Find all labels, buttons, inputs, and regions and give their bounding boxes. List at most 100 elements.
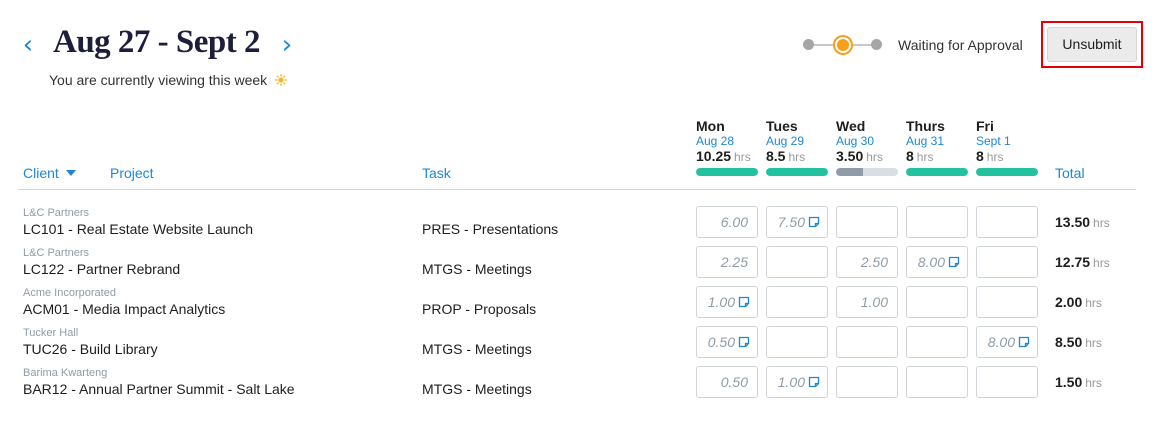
hours-input-cell[interactable]: 0.50 (696, 326, 758, 358)
note-icon[interactable] (948, 256, 960, 268)
day-progress-fill (836, 168, 864, 176)
row-client-name: Tucker Hall (23, 327, 79, 339)
table-row: L&C Partners LC122 - Partner Rebrand MTGS … (0, 246, 1165, 286)
hours-input-cell[interactable] (976, 246, 1038, 278)
row-client-name: Barima Kwarteng (23, 367, 108, 379)
day-progress-bar (766, 168, 828, 176)
day-column-header: Wed Aug 30 3.50 hrs (836, 118, 898, 176)
note-icon[interactable] (808, 216, 820, 228)
hours-input-cell[interactable] (976, 286, 1038, 318)
hours-input-cell[interactable]: 2.50 (836, 246, 898, 278)
day-hours-unit: hrs (734, 150, 751, 164)
table-row: Tucker Hall TUC26 - Build Library MTGS - M… (0, 326, 1165, 366)
day-column-header: Fri Sept 1 8 hrs (976, 118, 1038, 176)
row-total-value: 12.75 (1055, 254, 1091, 270)
row-total: 12.75 hrs (1040, 254, 1114, 270)
table-row: Acme Incorporated ACM01 - Media Impact An… (0, 286, 1165, 326)
timesheet-header: ‹ Aug 27 - Sept 2 › You are currently vi… (0, 0, 1165, 100)
hours-input-cell[interactable]: 1.00 (766, 366, 828, 398)
hours-input-value: 8.00 (917, 254, 945, 270)
hours-input-value: 1.00 (777, 374, 805, 390)
note-icon[interactable] (808, 376, 820, 388)
day-hours: 10.25 hrs (696, 148, 758, 166)
total-column-header: Total (1055, 165, 1085, 181)
row-task-name: MTGS - Meetings (422, 381, 532, 397)
row-total-unit: hrs (1085, 376, 1102, 390)
hours-input-cell[interactable] (976, 206, 1038, 238)
day-hours-unit: hrs (866, 150, 883, 164)
note-icon[interactable] (738, 296, 750, 308)
day-progress-fill (906, 168, 968, 176)
day-progress-fill (976, 168, 1038, 176)
day-name: Tues (766, 118, 798, 134)
row-total: 13.50 hrs (1040, 214, 1114, 230)
hours-input-cell[interactable] (766, 326, 828, 358)
hours-input-value: 2.25 (720, 254, 748, 270)
sun-icon (275, 74, 288, 86)
hours-input-cell[interactable] (906, 366, 968, 398)
row-project-name[interactable]: LC122 - Partner Rebrand (23, 261, 180, 277)
hours-input-value: 7.50 (777, 214, 805, 230)
day-name: Wed (836, 118, 866, 134)
day-hours-value: 8 (906, 148, 914, 164)
row-total-value: 8.50 (1055, 334, 1083, 350)
hours-input-cell[interactable] (906, 206, 968, 238)
hours-input-cell[interactable] (836, 366, 898, 398)
row-project-name[interactable]: LC101 - Real Estate Website Launch (23, 221, 253, 237)
day-hours-value: 8.5 (766, 148, 786, 164)
hours-input-cell[interactable] (836, 326, 898, 358)
row-project-name[interactable]: TUC26 - Build Library (23, 341, 158, 357)
row-project-name[interactable]: BAR12 - Annual Partner Summit - Salt Lak… (23, 381, 295, 397)
next-week-arrow-icon[interactable]: › (277, 32, 297, 58)
hours-input-cell[interactable]: 1.00 (696, 286, 758, 318)
hours-input-cell[interactable]: 1.00 (836, 286, 898, 318)
row-project-name[interactable]: ACM01 - Media Impact Analytics (23, 301, 225, 317)
hours-input-cell[interactable]: 8.00 (976, 326, 1038, 358)
row-task-name: MTGS - Meetings (422, 261, 532, 277)
row-total-value: 13.50 (1055, 214, 1091, 230)
hours-input-cell[interactable] (976, 366, 1038, 398)
previous-week-arrow-icon[interactable]: ‹ (18, 32, 38, 58)
week-subtitle: You are currently viewing this week (49, 72, 288, 88)
day-hours-unit: hrs (788, 150, 806, 164)
row-total-unit: hrs (1085, 296, 1102, 310)
hours-input-value: 0.50 (707, 334, 735, 350)
hours-input-cell[interactable] (906, 286, 968, 318)
hours-input-value: 1.00 (860, 294, 888, 310)
row-total-unit: hrs (1093, 256, 1110, 270)
note-icon[interactable] (1018, 336, 1030, 348)
status-step-dot (871, 39, 882, 50)
day-column-header: Tues Aug 29 8.5 hrs (766, 118, 828, 176)
note-icon[interactable] (738, 336, 750, 348)
hours-input-cell[interactable] (906, 326, 968, 358)
day-hours-value: 3.50 (836, 148, 864, 164)
header-divider (18, 189, 1136, 190)
day-progress-fill (766, 168, 828, 176)
hours-input-value: 1.00 (707, 294, 735, 310)
hours-input-cell[interactable]: 7.50 (766, 206, 828, 238)
hours-input-cell[interactable]: 0.50 (696, 366, 758, 398)
table-row: L&C Partners LC101 - Real Estate Website … (0, 206, 1165, 246)
row-client-name: Acme Incorporated (23, 287, 116, 299)
day-date: Aug 28 (696, 134, 735, 148)
hours-input-cell[interactable]: 2.25 (696, 246, 758, 278)
row-total: 8.50 hrs (1040, 334, 1114, 350)
hours-input-cell[interactable]: 8.00 (906, 246, 968, 278)
hours-input-cell[interactable]: 6.00 (696, 206, 758, 238)
day-progress-bar (906, 168, 968, 176)
day-name: Mon (696, 118, 725, 134)
client-column-header[interactable]: Client (23, 165, 76, 181)
hours-input-cell[interactable] (766, 286, 828, 318)
day-date: Aug 31 (906, 134, 945, 148)
day-date: Aug 29 (766, 134, 805, 148)
hours-input-cell[interactable] (836, 206, 898, 238)
row-total-value: 1.50 (1055, 374, 1083, 390)
hours-input-value: 6.00 (720, 214, 748, 230)
hours-input-cell[interactable] (766, 246, 828, 278)
day-date: Sept 1 (976, 134, 1011, 148)
unsubmit-button[interactable]: Unsubmit (1047, 27, 1137, 62)
approval-status-label: Waiting for Approval (898, 37, 1023, 53)
hours-input-value: 8.00 (987, 334, 1015, 350)
row-total-unit: hrs (1085, 336, 1102, 350)
row-task-name: PRES - Presentations (422, 221, 559, 237)
